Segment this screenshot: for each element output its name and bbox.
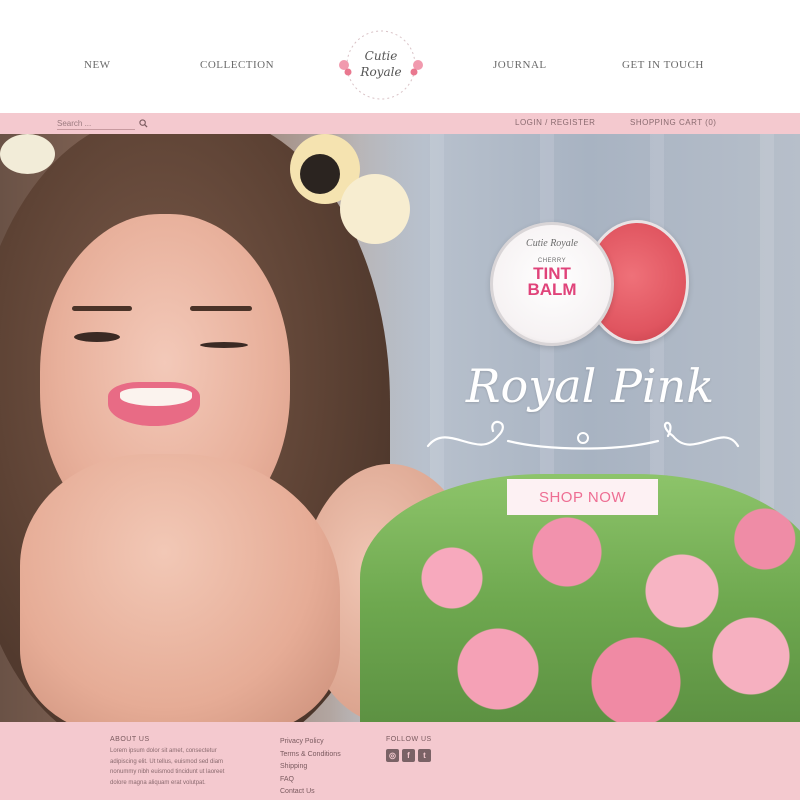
brand-logo[interactable]: Cutie Royale	[336, 26, 426, 104]
eyebrow	[72, 306, 132, 311]
shop-now-button[interactable]: SHOP NOW	[507, 479, 658, 515]
footer-link-shipping[interactable]: Shipping	[280, 761, 370, 774]
logo-emblem: Cutie Royale	[339, 30, 423, 100]
product-name-line2: BALM	[527, 280, 577, 299]
hero-headline: Royal Pink	[465, 359, 715, 413]
product-brand: Cutie Royale	[526, 238, 578, 249]
search-icon[interactable]	[139, 119, 148, 128]
flower-crown	[300, 154, 340, 194]
footer-link-privacy[interactable]: Privacy Policy	[280, 736, 370, 749]
search-box	[57, 116, 152, 131]
site-header: NEW COLLECTION Cutie Royale JOURNAL GET …	[0, 0, 800, 113]
nav-get-in-touch[interactable]: GET IN TOUCH	[622, 59, 704, 71]
model-hands	[20, 454, 340, 722]
footer-link-terms[interactable]: Terms & Conditions	[280, 749, 370, 762]
nav-collection[interactable]: COLLECTION	[200, 59, 274, 71]
footer-about: ABOUT US Lorem ipsum dolor sit amet, con…	[110, 736, 240, 788]
social-icons: ◎ f t	[386, 749, 466, 762]
eyebrow	[190, 306, 252, 311]
search-input[interactable]	[57, 117, 135, 130]
nav-journal[interactable]: JOURNAL	[493, 59, 547, 71]
utility-bar: LOGIN / REGISTER SHOPPING CART (0)	[0, 113, 800, 134]
background-stripe	[760, 134, 774, 514]
svg-text:Royale: Royale	[359, 65, 401, 79]
shopping-cart-link[interactable]: SHOPPING CART (0)	[630, 118, 716, 127]
site-footer: ABOUT US Lorem ipsum dolor sit amet, con…	[0, 722, 800, 800]
product-name: TINT BALM	[490, 265, 614, 299]
facebook-icon[interactable]: f	[402, 749, 415, 762]
nav-new[interactable]: NEW	[84, 59, 111, 71]
decorative-swirl-icon	[426, 420, 740, 450]
model-teeth	[120, 388, 192, 406]
footer-link-contact[interactable]: Contact Us	[280, 786, 370, 799]
eye	[200, 342, 248, 348]
hero-banner: Cutie Royale CHERRY TINT BALM Royal Pink…	[0, 134, 800, 722]
about-title: ABOUT US	[110, 736, 150, 743]
footer-links: Privacy Policy Terms & Conditions Shippi…	[280, 736, 370, 799]
about-text: Lorem ipsum dolor sit amet, consectetur …	[110, 748, 225, 786]
login-register-link[interactable]: LOGIN / REGISTER	[515, 118, 595, 127]
svg-text:Cutie: Cutie	[365, 49, 398, 63]
instagram-icon[interactable]: ◎	[386, 749, 399, 762]
eye	[74, 332, 120, 342]
flower-crown	[340, 174, 410, 244]
twitter-icon[interactable]: t	[418, 749, 431, 762]
footer-link-faq[interactable]: FAQ	[280, 774, 370, 787]
footer-follow: FOLLOW US ◎ f t	[386, 736, 466, 762]
flower-crown	[0, 134, 55, 174]
follow-title: FOLLOW US	[386, 736, 432, 743]
